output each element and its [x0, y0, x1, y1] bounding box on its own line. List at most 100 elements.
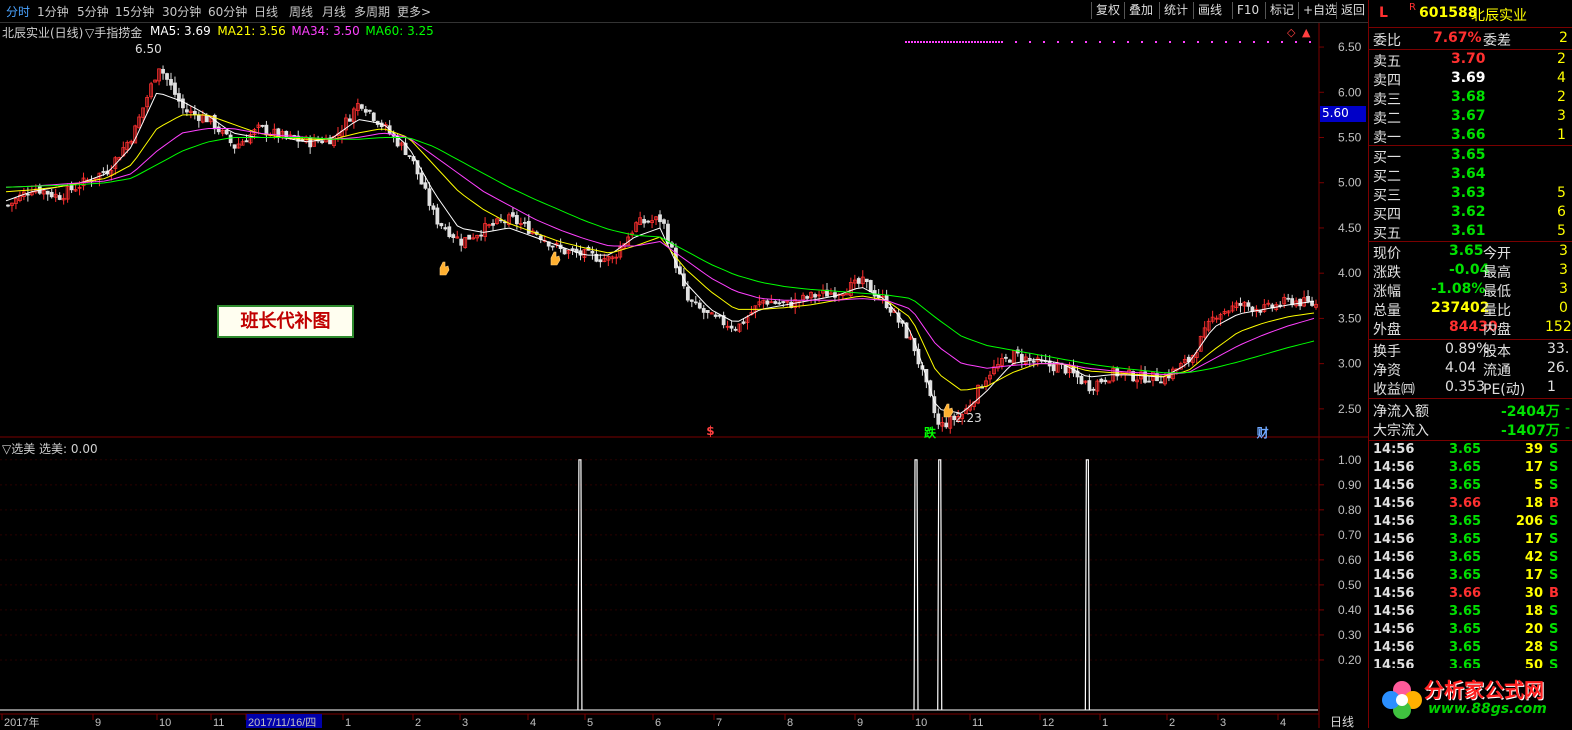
candle-body — [598, 259, 603, 263]
tick-row[interactable]: 14:56 3.65 18 S — [1369, 604, 1572, 622]
toolbar-button-2[interactable]: 统计 — [1159, 2, 1192, 19]
fundamental-value-2: 26. — [1547, 360, 1570, 376]
event-marker[interactable]: $ — [706, 424, 714, 438]
signal-dot — [971, 41, 973, 43]
tick-row[interactable]: 14:56 3.65 39 S — [1369, 442, 1572, 460]
signal-dot — [1113, 41, 1115, 43]
period-tab-5[interactable]: 60分钟 — [208, 3, 247, 20]
tick-time: 14:56 — [1373, 586, 1415, 601]
chart-canvas[interactable]: 6.50 6.00 5.50 5.00 4.50 4.00 3.50 3.00 2.50 ◇ ▲ 1.… — [0, 0, 1368, 728]
candle-body — [1004, 356, 1008, 359]
period-tab-10[interactable]: 更多> — [397, 3, 431, 20]
candle-body — [1051, 364, 1056, 372]
period-tab-0[interactable]: 分时 — [6, 3, 30, 20]
tick-price: 3.65 — [1449, 550, 1482, 565]
period-tab-7[interactable]: 周线 — [289, 3, 313, 20]
order-volume: 2 — [1557, 89, 1566, 105]
current-price-tag: 5.60 — [1320, 106, 1366, 122]
flow-value: -2404万 — [1501, 404, 1560, 420]
candle-body — [423, 182, 428, 189]
tick-row[interactable]: 14:56 3.65 28 S — [1369, 640, 1572, 658]
ma-line-MA5 — [5, 92, 1315, 414]
period-tab-3[interactable]: 15分钟 — [115, 3, 154, 20]
order-row[interactable]: 卖四 3.69 4 — [1369, 70, 1572, 89]
signal-spike — [937, 459, 943, 711]
tick-row[interactable]: 14:56 3.66 18 B — [1369, 496, 1572, 514]
tick-row[interactable]: 14:56 3.66 30 B — [1369, 586, 1572, 604]
sub-y-tick-label: 0.60 — [1338, 553, 1362, 567]
order-row[interactable]: 买三 3.63 5 — [1369, 185, 1572, 204]
signal-dot — [1225, 41, 1227, 43]
order-row[interactable]: 卖三 3.68 2 — [1369, 89, 1572, 108]
period-tab-2[interactable]: 5分钟 — [77, 3, 109, 20]
sub-y-tick-label: 0.20 — [1338, 653, 1362, 667]
tick-row[interactable]: 14:56 3.65 206 S — [1369, 514, 1572, 532]
tick-row[interactable]: 14:56 3.65 17 S — [1369, 460, 1572, 478]
toolbar-button-6[interactable]: +自选 — [1298, 2, 1341, 19]
tick-row[interactable]: 14:56 3.65 5 S — [1369, 478, 1572, 496]
tick-side: S — [1549, 568, 1559, 583]
candle-body — [864, 278, 869, 282]
candle-body — [888, 306, 893, 313]
event-marker[interactable]: 跌 — [924, 424, 936, 441]
period-tab-1[interactable]: 1分钟 — [37, 3, 69, 20]
weicha-label: 委差 — [1483, 33, 1511, 49]
toolbar-button-7[interactable]: 返回 — [1336, 2, 1369, 19]
x-tick-label: 11 — [213, 717, 224, 728]
event-marker[interactable]: 财 — [1257, 424, 1269, 441]
tick-row[interactable]: 14:56 3.65 20 S — [1369, 622, 1572, 640]
signal-dot — [947, 41, 949, 43]
order-row[interactable]: 买二 3.64 — [1369, 166, 1572, 185]
order-row[interactable]: 卖二 3.67 3 — [1369, 108, 1572, 127]
period-tab-8[interactable]: 月线 — [322, 3, 346, 20]
signal-dot — [1127, 41, 1129, 43]
period-tab-4[interactable]: 30分钟 — [162, 3, 201, 20]
quote-value: -1.08% — [1431, 281, 1486, 297]
indicator-name[interactable]: ▽手指捞金 — [85, 24, 142, 41]
period-tab-9[interactable]: 多周期 — [354, 3, 390, 20]
candle-body — [25, 193, 30, 196]
order-price: 3.68 — [1451, 89, 1486, 105]
order-row[interactable]: 卖一 3.66 1 — [1369, 127, 1572, 146]
toolbar-button-0[interactable]: 复权 — [1091, 2, 1124, 19]
signal-dot — [998, 41, 1000, 43]
x-tick-label: 2 — [1169, 717, 1175, 728]
toolbar-button-3[interactable]: 画线 — [1193, 2, 1226, 19]
order-price: 3.69 — [1451, 70, 1486, 86]
quote-label-2: 最低 — [1483, 284, 1511, 300]
quote-row: 外盘 84430 内盘 152 — [1369, 319, 1572, 338]
tick-volume: 18 — [1524, 604, 1543, 619]
high-price-label: 6.50 — [135, 42, 162, 56]
ma-line-MA34 — [5, 128, 1315, 376]
quote-label: 现价 — [1373, 246, 1401, 262]
tick-time: 14:56 — [1373, 442, 1415, 457]
tick-row[interactable]: 14:56 3.65 17 S — [1369, 532, 1572, 550]
order-row[interactable]: 买五 3.61 5 — [1369, 223, 1572, 242]
toolbar-button-4[interactable]: F10 — [1232, 2, 1263, 19]
tick-row[interactable]: 14:56 3.65 50 S — [1369, 658, 1572, 668]
main-chart-title: 北辰实业(日线) — [2, 26, 84, 40]
x-tick-label: 1 — [345, 717, 351, 728]
tick-side: S — [1549, 550, 1559, 565]
tick-row[interactable]: 14:56 3.65 42 S — [1369, 550, 1572, 568]
signal-dot — [968, 41, 970, 43]
signal-spike — [577, 459, 583, 711]
order-row[interactable]: 买四 3.62 6 — [1369, 204, 1572, 223]
flow-row: 大宗流入 -1407万 - — [1369, 420, 1572, 439]
tick-volume: 42 — [1524, 550, 1543, 565]
period-toolbar: 分时 1分钟 5分钟 15分钟 30分钟 60分钟 日线 周线 月线 多周期 更多> 复权 叠加 统计 画线… — [0, 0, 1368, 23]
order-row[interactable]: 卖五 3.70 2 — [1369, 51, 1572, 70]
candle-body — [777, 302, 782, 305]
fundamental-label-2: 流通 — [1483, 363, 1511, 379]
toolbar-button-1[interactable]: 叠加 — [1124, 2, 1157, 19]
signal-dot — [977, 41, 979, 43]
period-tab-6[interactable]: 日线 — [254, 3, 278, 20]
tick-list[interactable]: 14:56 3.65 39 S 14:56 3.65 17 S 14:56 3.65 5 S 14:56… — [1369, 442, 1572, 668]
sub-y-tick-label: 0.70 — [1338, 528, 1362, 542]
order-price: 3.63 — [1451, 185, 1486, 201]
tick-price: 3.65 — [1449, 532, 1482, 547]
order-row[interactable]: 买一 3.65 — [1369, 147, 1572, 166]
toolbar-button-5[interactable]: 标记 — [1265, 2, 1298, 19]
tick-row[interactable]: 14:56 3.65 17 S — [1369, 568, 1572, 586]
signal-dot — [953, 41, 955, 43]
